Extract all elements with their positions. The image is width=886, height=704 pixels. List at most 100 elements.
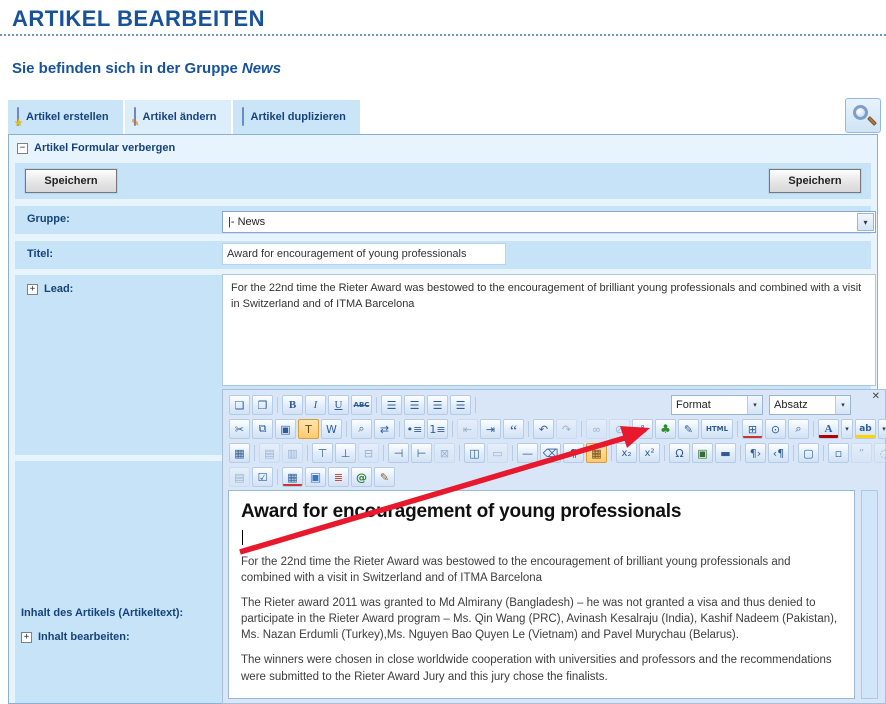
- style-properties-button[interactable]: ▫: [828, 443, 849, 463]
- fullscreen-button[interactable]: ▢: [798, 443, 819, 463]
- lead-expand-icon[interactable]: +: [27, 284, 38, 295]
- cut-button[interactable]: ✂: [229, 419, 250, 439]
- ordered-list-button[interactable]: 1≡: [427, 419, 448, 439]
- undo-button[interactable]: ↶: [533, 419, 554, 439]
- show-invisible-characters-button[interactable]: ¶: [563, 443, 584, 463]
- merge-cells-button[interactable]: ▭: [487, 443, 508, 463]
- search-button[interactable]: [845, 98, 881, 133]
- split-cells-button[interactable]: ◫: [464, 443, 485, 463]
- text-color-dropdown-button[interactable]: ▾: [841, 419, 853, 439]
- print-button[interactable]: ❐: [252, 395, 273, 415]
- toggle-guidelines-button[interactable]: ▦: [586, 443, 607, 463]
- italic-button[interactable]: I: [305, 395, 326, 415]
- chevron-down-icon[interactable]: ▾: [857, 213, 874, 231]
- highlight-color-button[interactable]: ab: [855, 419, 876, 439]
- inhalt-label: Inhalt des Artikels (Artikeltext):: [21, 607, 183, 619]
- editor-scrollbar[interactable]: [861, 490, 878, 699]
- insert-column-after-button[interactable]: ⊢: [411, 443, 432, 463]
- horizontal-rule-button[interactable]: —: [517, 443, 538, 463]
- insert-image-button[interactable]: ♣: [655, 419, 676, 439]
- highlight-color-dropdown-button[interactable]: ▾: [878, 419, 886, 439]
- align-justify-button[interactable]: ☰: [450, 395, 471, 415]
- find-button[interactable]: ⌕: [351, 419, 372, 439]
- inhalt-expand-icon[interactable]: +: [21, 632, 32, 643]
- insert-date-button[interactable]: ⊞: [742, 419, 763, 439]
- superscript-button[interactable]: x²: [639, 443, 660, 463]
- outdent-button[interactable]: ⇤: [457, 419, 478, 439]
- unordered-list-button[interactable]: •≡: [404, 419, 425, 439]
- underline-button[interactable]: U: [328, 395, 349, 415]
- paste-from-word-button[interactable]: W: [321, 419, 342, 439]
- absatz-select[interactable]: Absatz ▾: [769, 395, 851, 415]
- anchor-button[interactable]: ⚓: [632, 419, 653, 439]
- format-select[interactable]: Format ▾: [671, 395, 763, 415]
- tab-artikel-duplizieren[interactable]: Artikel duplizieren: [233, 100, 360, 134]
- align-left-button[interactable]: ☰: [381, 395, 402, 415]
- insert-checklist-button[interactable]: ☑: [252, 467, 273, 487]
- blockquote-button[interactable]: “: [503, 419, 524, 439]
- edit-html-source-button[interactable]: HTML: [701, 419, 733, 439]
- align-right-button[interactable]: ☰: [427, 395, 448, 415]
- template-list-button[interactable]: ▤: [229, 467, 250, 487]
- document-star-icon: ★: [17, 107, 19, 126]
- redo-button[interactable]: ↷: [556, 419, 577, 439]
- right-to-left-button[interactable]: ‹¶: [768, 443, 789, 463]
- insert-row-after-button[interactable]: ⊥: [335, 443, 356, 463]
- paste-as-text-button[interactable]: T: [298, 419, 319, 439]
- special-character-button[interactable]: Ω: [669, 443, 690, 463]
- insert-row-before-button[interactable]: ⊤: [312, 443, 333, 463]
- save-button-right[interactable]: Speichern: [769, 169, 861, 193]
- toolbar-separator: [456, 444, 463, 462]
- toolbar-separator: [608, 444, 615, 462]
- insert-time-button[interactable]: ⊙: [765, 419, 786, 439]
- find-replace-button[interactable]: ⇄: [374, 419, 395, 439]
- cleanup-code-button[interactable]: ✎: [678, 419, 699, 439]
- insert-gallery-image-button[interactable]: ▣: [305, 467, 326, 487]
- abbreviation-button[interactable]: ◌: [874, 443, 886, 463]
- new-document-button[interactable]: ❏: [229, 395, 250, 415]
- subscript-button[interactable]: x₂: [616, 443, 637, 463]
- page-title: ARTIKEL BEARBEITEN: [12, 6, 265, 32]
- article-heading: Award for encouragement of young profess…: [241, 501, 842, 523]
- strikethrough-button[interactable]: ABC: [351, 395, 372, 415]
- tab-artikel-aendern[interactable]: ✎ Artikel ändern: [125, 100, 231, 134]
- insert-email-link-button[interactable]: @: [351, 467, 372, 487]
- remove-formatting-button[interactable]: ⌫: [540, 443, 561, 463]
- tab-bar: ★ Artikel erstellen ✎ Artikel ändern Art…: [8, 100, 362, 134]
- toolbar-separator: [304, 444, 311, 462]
- preview-button[interactable]: ⌕: [788, 419, 809, 439]
- titel-input[interactable]: Award for encouragement of young profess…: [222, 243, 506, 265]
- align-center-button[interactable]: ☰: [404, 395, 425, 415]
- left-to-right-button[interactable]: ¶›: [745, 443, 766, 463]
- editor-content-area[interactable]: Award for encouragement of young profess…: [228, 490, 855, 699]
- insert-media-button[interactable]: ▣: [692, 443, 713, 463]
- edit-box-button[interactable]: ✎: [374, 467, 395, 487]
- form-collapse-header[interactable]: − Artikel Formular verbergen: [9, 135, 877, 161]
- insert-embed-button[interactable]: ▬: [715, 443, 736, 463]
- gruppe-select[interactable]: |- News ▾: [222, 211, 876, 233]
- chevron-down-icon: ▾: [835, 396, 850, 414]
- table-cell-properties-button[interactable]: ▥: [282, 443, 303, 463]
- indent-button[interactable]: ⇥: [480, 419, 501, 439]
- tab-artikel-erstellen[interactable]: ★ Artikel erstellen: [8, 100, 123, 134]
- insert-column-before-button[interactable]: ⊣: [388, 443, 409, 463]
- delete-column-button[interactable]: ⊠: [434, 443, 455, 463]
- insert-news-list-button[interactable]: ≣: [328, 467, 349, 487]
- lead-textarea[interactable]: For the 22nd time the Rieter Award was b…: [222, 274, 876, 386]
- citation-button[interactable]: ”: [851, 443, 872, 463]
- table-row-properties-button[interactable]: ▤: [259, 443, 280, 463]
- rieter-link[interactable]: www.rieter.com: [241, 698, 319, 699]
- text-color-button[interactable]: A: [818, 419, 839, 439]
- copy-button[interactable]: ⧉: [252, 419, 273, 439]
- paste-button[interactable]: ▣: [275, 419, 296, 439]
- insert-link-button[interactable]: ∞: [586, 419, 607, 439]
- insert-table-button[interactable]: ▦: [229, 443, 250, 463]
- collapse-minus-icon[interactable]: −: [17, 143, 28, 154]
- bold-button[interactable]: B: [282, 395, 303, 415]
- close-icon[interactable]: ✕: [872, 392, 880, 402]
- delete-row-button[interactable]: ⊟: [358, 443, 379, 463]
- unlink-button[interactable]: ⊘: [609, 419, 630, 439]
- document-copy-icon: [242, 107, 244, 126]
- save-button-left[interactable]: Speichern: [25, 169, 117, 193]
- insert-calendar-button[interactable]: ▦: [282, 467, 303, 487]
